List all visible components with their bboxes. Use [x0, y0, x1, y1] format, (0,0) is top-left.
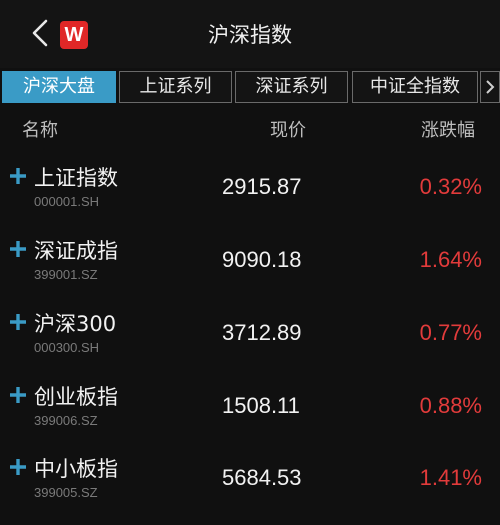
index-name: 深证成指 [34, 239, 118, 263]
index-price: 5684.53 [222, 465, 302, 490]
tab-zhongzheng-all[interactable]: 中证全指数 [352, 71, 478, 103]
plus-icon[interactable] [8, 312, 28, 332]
plus-icon[interactable] [8, 457, 28, 477]
index-name: 沪深300 [34, 312, 117, 336]
index-change: 0.77% [419, 320, 482, 345]
index-code: 000300.SH [34, 340, 100, 355]
plus-icon[interactable] [8, 166, 28, 186]
index-code: 399001.SZ [34, 267, 98, 282]
app-logo[interactable]: W [60, 21, 88, 49]
index-price: 1508.11 [222, 393, 300, 418]
index-name: 创业板指 [34, 385, 118, 409]
tab-shenzheng-series[interactable]: 深证系列 [235, 71, 348, 103]
tab-hushen-dapan[interactable]: 沪深大盘 [2, 71, 116, 103]
index-name: 中小板指 [34, 457, 118, 481]
column-header-price: 现价 [270, 120, 306, 141]
more-tabs-button[interactable] [480, 71, 500, 103]
index-row[interactable]: 深证成指 399001.SZ 9090.18 1.64% [0, 235, 500, 307]
plus-icon[interactable] [8, 239, 28, 259]
index-change: 1.41% [419, 465, 482, 490]
index-price: 2915.87 [222, 174, 302, 199]
plus-icon[interactable] [8, 385, 28, 405]
index-code: 399006.SZ [34, 413, 98, 428]
column-header-name: 名称 [22, 120, 58, 141]
index-price: 9090.18 [222, 247, 302, 272]
app-header: W 沪深指数 [0, 0, 500, 68]
chevron-right-icon [486, 80, 495, 94]
index-row[interactable]: 创业板指 399006.SZ 1508.11 0.88% [0, 381, 500, 453]
index-price: 3712.89 [222, 320, 302, 345]
back-arrow-icon[interactable] [28, 16, 52, 50]
column-header-change: 涨跌幅 [421, 120, 475, 141]
index-change: 0.88% [419, 393, 482, 418]
index-row[interactable]: 中小板指 399005.SZ 5684.53 1.41% [0, 453, 500, 525]
index-code: 000001.SH [34, 194, 100, 209]
index-change: 0.32% [419, 174, 482, 199]
index-code: 399005.SZ [34, 485, 98, 500]
tab-bar: 沪深大盘 上证系列 深证系列 中证全指数 [0, 68, 500, 106]
index-change: 1.64% [419, 247, 482, 272]
index-row[interactable]: 上证指数 000001.SH 2915.87 0.32% [0, 162, 500, 234]
tab-shangzheng-series[interactable]: 上证系列 [119, 71, 232, 103]
index-row[interactable]: 沪深300 000300.SH 3712.89 0.77% [0, 308, 500, 380]
index-name: 上证指数 [34, 166, 118, 190]
